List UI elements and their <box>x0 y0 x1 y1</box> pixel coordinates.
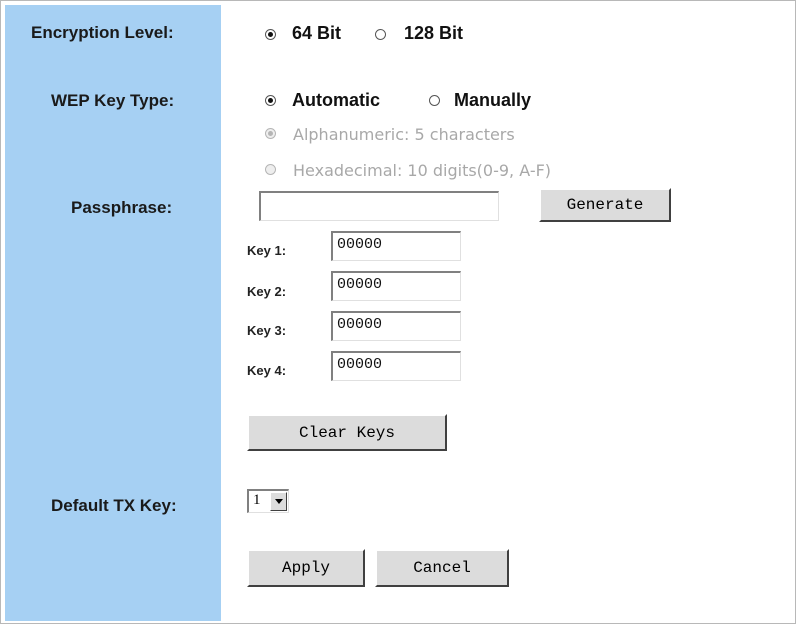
radio-hexadecimal[interactable] <box>265 164 276 175</box>
chevron-down-icon[interactable] <box>270 492 287 511</box>
radio-alphanumeric[interactable] <box>265 128 276 139</box>
key-3-label: Key 3: <box>247 323 287 338</box>
key-3-input[interactable]: 00000 <box>331 311 461 341</box>
option-automatic-label: Automatic <box>292 90 381 110</box>
encryption-level-label: Encryption Level: <box>31 23 174 42</box>
generate-button[interactable]: Generate <box>539 188 671 222</box>
default-tx-key-label: Default TX Key: <box>51 496 177 515</box>
option-manually-label: Manually <box>454 90 532 110</box>
tx-key-value: 1 <box>253 492 261 508</box>
radio-128-bit[interactable] <box>375 29 386 40</box>
radio-manually[interactable] <box>429 95 440 106</box>
option-hexadecimal-label: Hexadecimal: 10 digits(0-9, A-F) <box>293 161 552 180</box>
apply-button[interactable]: Apply <box>247 549 365 587</box>
clear-keys-button[interactable]: Clear Keys <box>247 414 447 451</box>
key-4-label: Key 4: <box>247 363 287 378</box>
passphrase-label: Passphrase: <box>71 198 173 217</box>
passphrase-input[interactable] <box>259 191 499 221</box>
cancel-button[interactable]: Cancel <box>375 549 509 587</box>
option-64-bit-label: 64 Bit <box>292 23 342 43</box>
option-128-bit-label: 128 Bit <box>404 23 464 43</box>
key-2-label: Key 2: <box>247 284 287 299</box>
radio-automatic[interactable] <box>265 95 276 106</box>
key-1-input[interactable]: 00000 <box>331 231 461 261</box>
wep-key-type-label: WEP Key Type: <box>51 91 175 110</box>
key-4-input[interactable]: 00000 <box>331 351 461 381</box>
radio-64-bit[interactable] <box>265 29 276 40</box>
key-2-input[interactable]: 00000 <box>331 271 461 301</box>
option-alphanumeric-label: Alphanumeric: 5 characters <box>293 125 515 144</box>
key-1-label: Key 1: <box>247 243 287 258</box>
default-tx-key-select[interactable]: 1 <box>247 489 289 513</box>
settings-panel: Encryption Level: WEP Key Type: Passphra… <box>0 0 796 624</box>
